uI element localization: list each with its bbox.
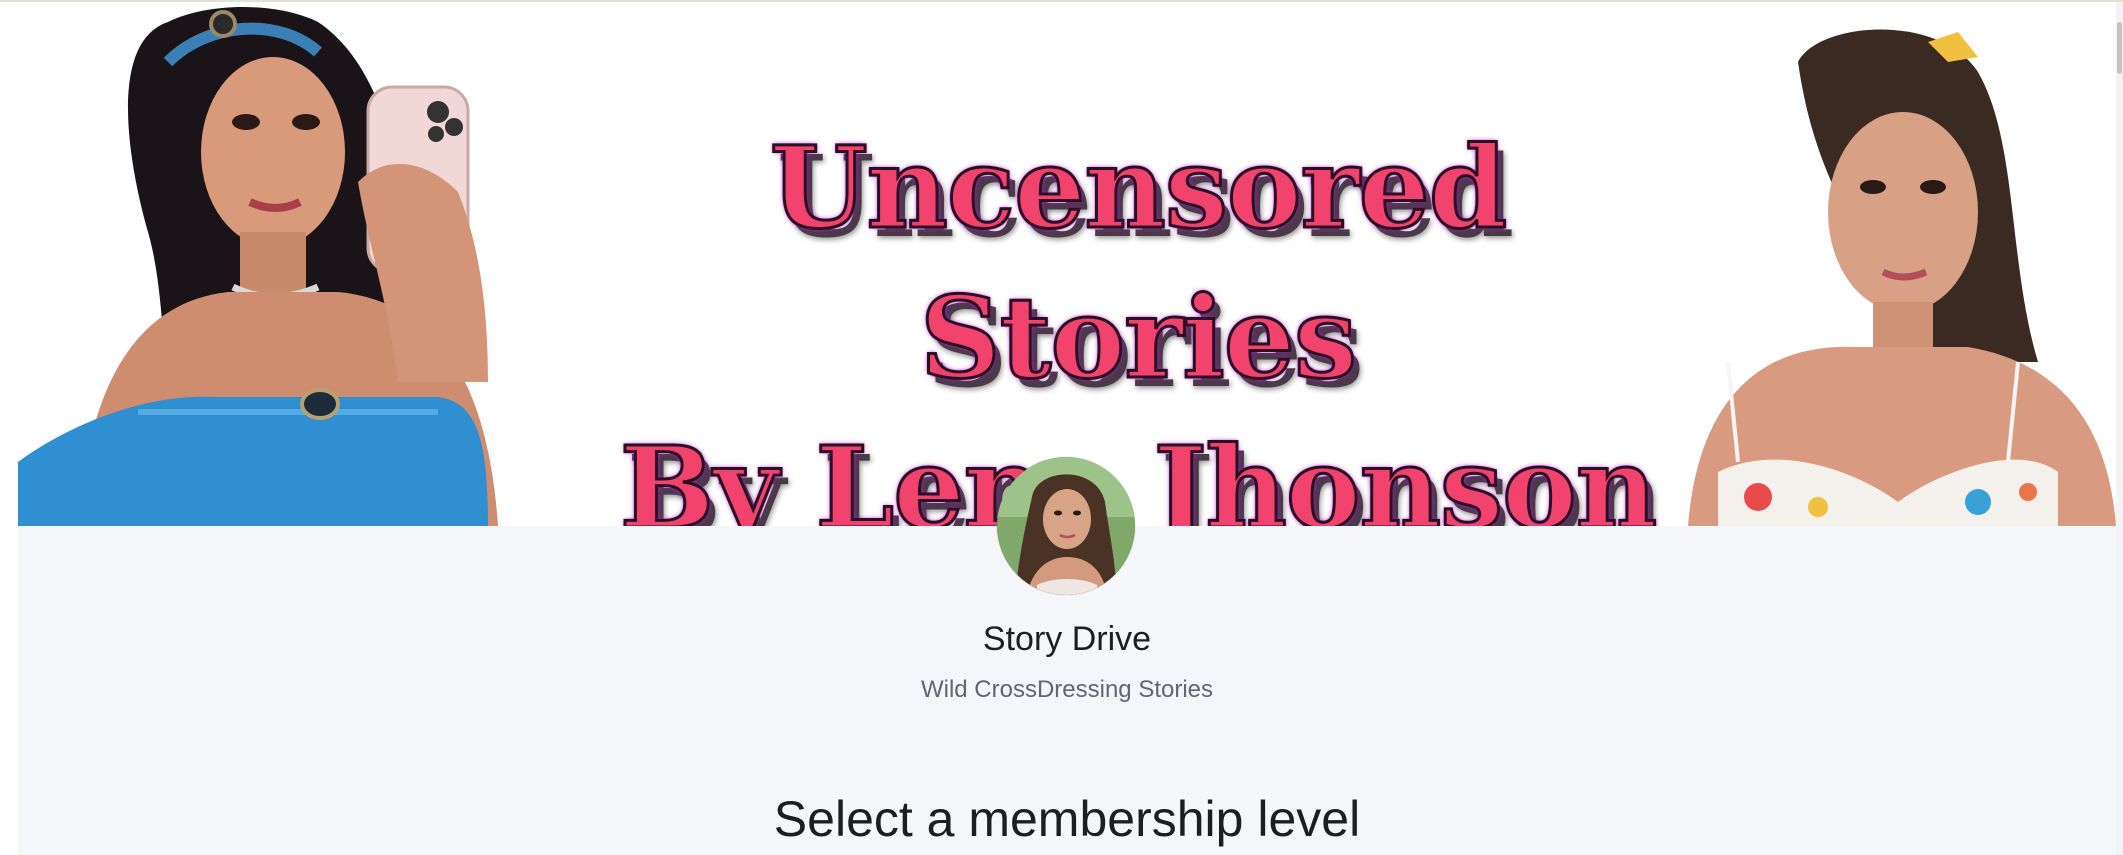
scrollbar-thumb[interactable] <box>2117 22 2122 74</box>
banner-title-line1: Uncensored Stories <box>768 122 1508 406</box>
cover-banner: Uncensored Stories By Lena Jhonson <box>18 2 2116 526</box>
creator-avatar[interactable] <box>997 457 1135 595</box>
banner-title-line2: By Lena Jhonson <box>618 422 1658 527</box>
banner-title: Uncensored Stories By Lena Jhonson <box>578 114 1698 527</box>
membership-heading: Select a membership level <box>773 791 1361 847</box>
creator-tagline: Wild CrossDressing Stories <box>920 676 1214 703</box>
creator-name: Story Drive <box>982 620 1152 658</box>
page-scrollbar[interactable] <box>2116 2 2123 855</box>
banner-left-figure <box>18 7 498 526</box>
creator-page: Uncensored Stories By Lena Jhonson Story… <box>18 2 2116 855</box>
banner-right-figure <box>1688 29 2116 526</box>
left-gutter <box>0 2 18 855</box>
